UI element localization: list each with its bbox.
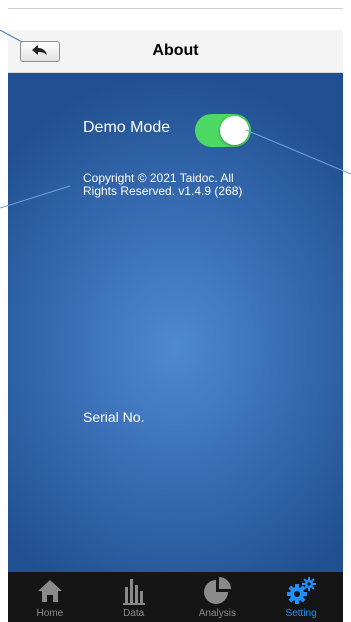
back-button[interactable]: [20, 41, 60, 62]
demo-mode-label: Demo Mode: [83, 119, 171, 136]
top-divider: [8, 8, 343, 9]
tab-data[interactable]: Data: [92, 572, 176, 622]
demo-mode-toggle[interactable]: [195, 114, 251, 147]
content-area: Demo Mode Copyright © 2021 Taidoc. All R…: [8, 73, 343, 572]
about-screen: About Demo Mode Copyright © 2021 Taidoc.…: [0, 0, 351, 622]
tab-data-label: Data: [123, 608, 145, 619]
tab-bar: Home Data Analysis Setting: [8, 572, 343, 622]
copyright-line-2: Rights Reserved. v1.4.9 (268): [83, 184, 243, 198]
copyright-text: Copyright © 2021 Taidoc. All Rights Rese…: [83, 172, 283, 198]
navigation-bar: About: [8, 30, 343, 73]
bar-chart-icon: [117, 576, 151, 606]
home-icon: [33, 576, 67, 606]
tab-home-label: Home: [36, 608, 64, 619]
back-arrow-icon: [31, 43, 49, 61]
tab-setting-label: Setting: [285, 608, 317, 619]
toggle-knob: [220, 116, 249, 145]
pie-chart-icon: [200, 576, 234, 606]
tab-home[interactable]: Home: [8, 572, 92, 622]
gears-icon: [284, 576, 318, 606]
tab-analysis[interactable]: Analysis: [176, 572, 260, 622]
serial-number-label: Serial No.: [83, 409, 145, 425]
tab-setting[interactable]: Setting: [259, 572, 343, 622]
tab-analysis-label: Analysis: [198, 608, 236, 619]
